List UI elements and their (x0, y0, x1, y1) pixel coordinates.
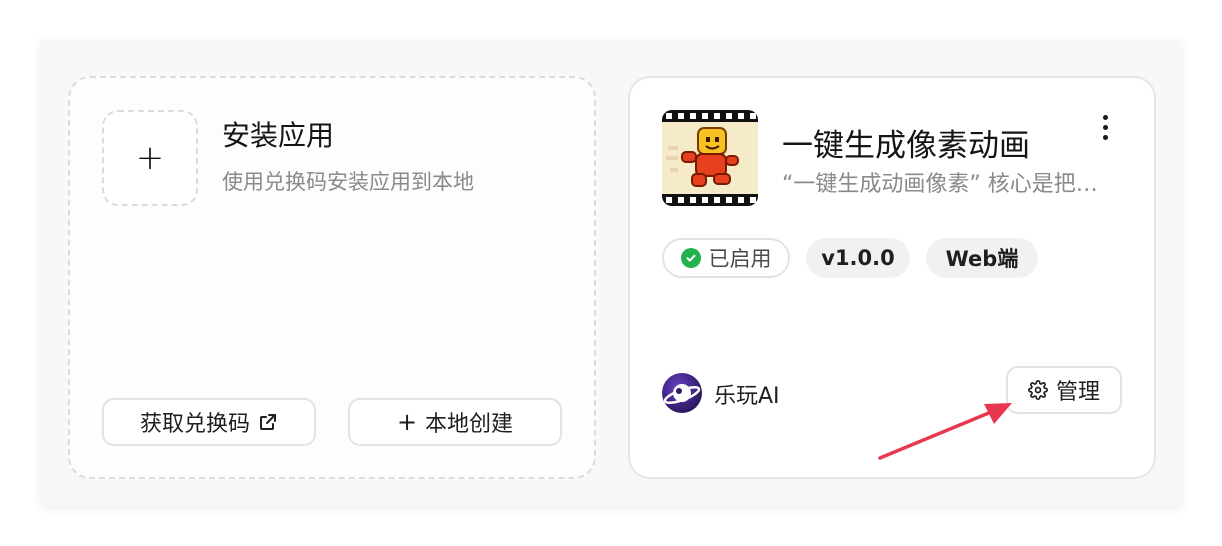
app-icon (662, 110, 758, 206)
get-redeem-code-button[interactable]: 获取兑换码 (102, 398, 316, 446)
create-local-button[interactable]: + 本地创建 (348, 398, 562, 446)
install-app-description: 使用兑换码安装应用到本地 (222, 170, 474, 194)
developer-avatar (662, 373, 702, 413)
app-description: “一键生成动画像素” 核心是把… (782, 172, 1098, 197)
version-badge: v1.0.0 (806, 238, 910, 278)
plus-icon: + (135, 138, 165, 178)
install-app-tile[interactable]: + (102, 110, 198, 206)
manage-button[interactable]: 管理 (1006, 366, 1122, 414)
check-circle-icon (680, 248, 701, 268)
status-label: 已启用 (708, 247, 772, 271)
external-link-icon (260, 414, 276, 430)
gear-icon (1028, 380, 1048, 400)
get-redeem-code-label: 获取兑换码 (139, 412, 250, 437)
plus-icon: + (396, 408, 418, 436)
status-badge: 已启用 (662, 238, 790, 278)
manage-label: 管理 (1055, 380, 1100, 405)
platform-badge: Web端 (926, 238, 1038, 278)
app-name: 一键生成像素动画 (782, 128, 1030, 164)
create-local-label: 本地创建 (425, 412, 514, 437)
more-vertical-icon[interactable] (1090, 110, 1120, 144)
install-app-title: 安装应用 (222, 119, 335, 152)
developer-name: 乐玩AI (714, 384, 780, 409)
